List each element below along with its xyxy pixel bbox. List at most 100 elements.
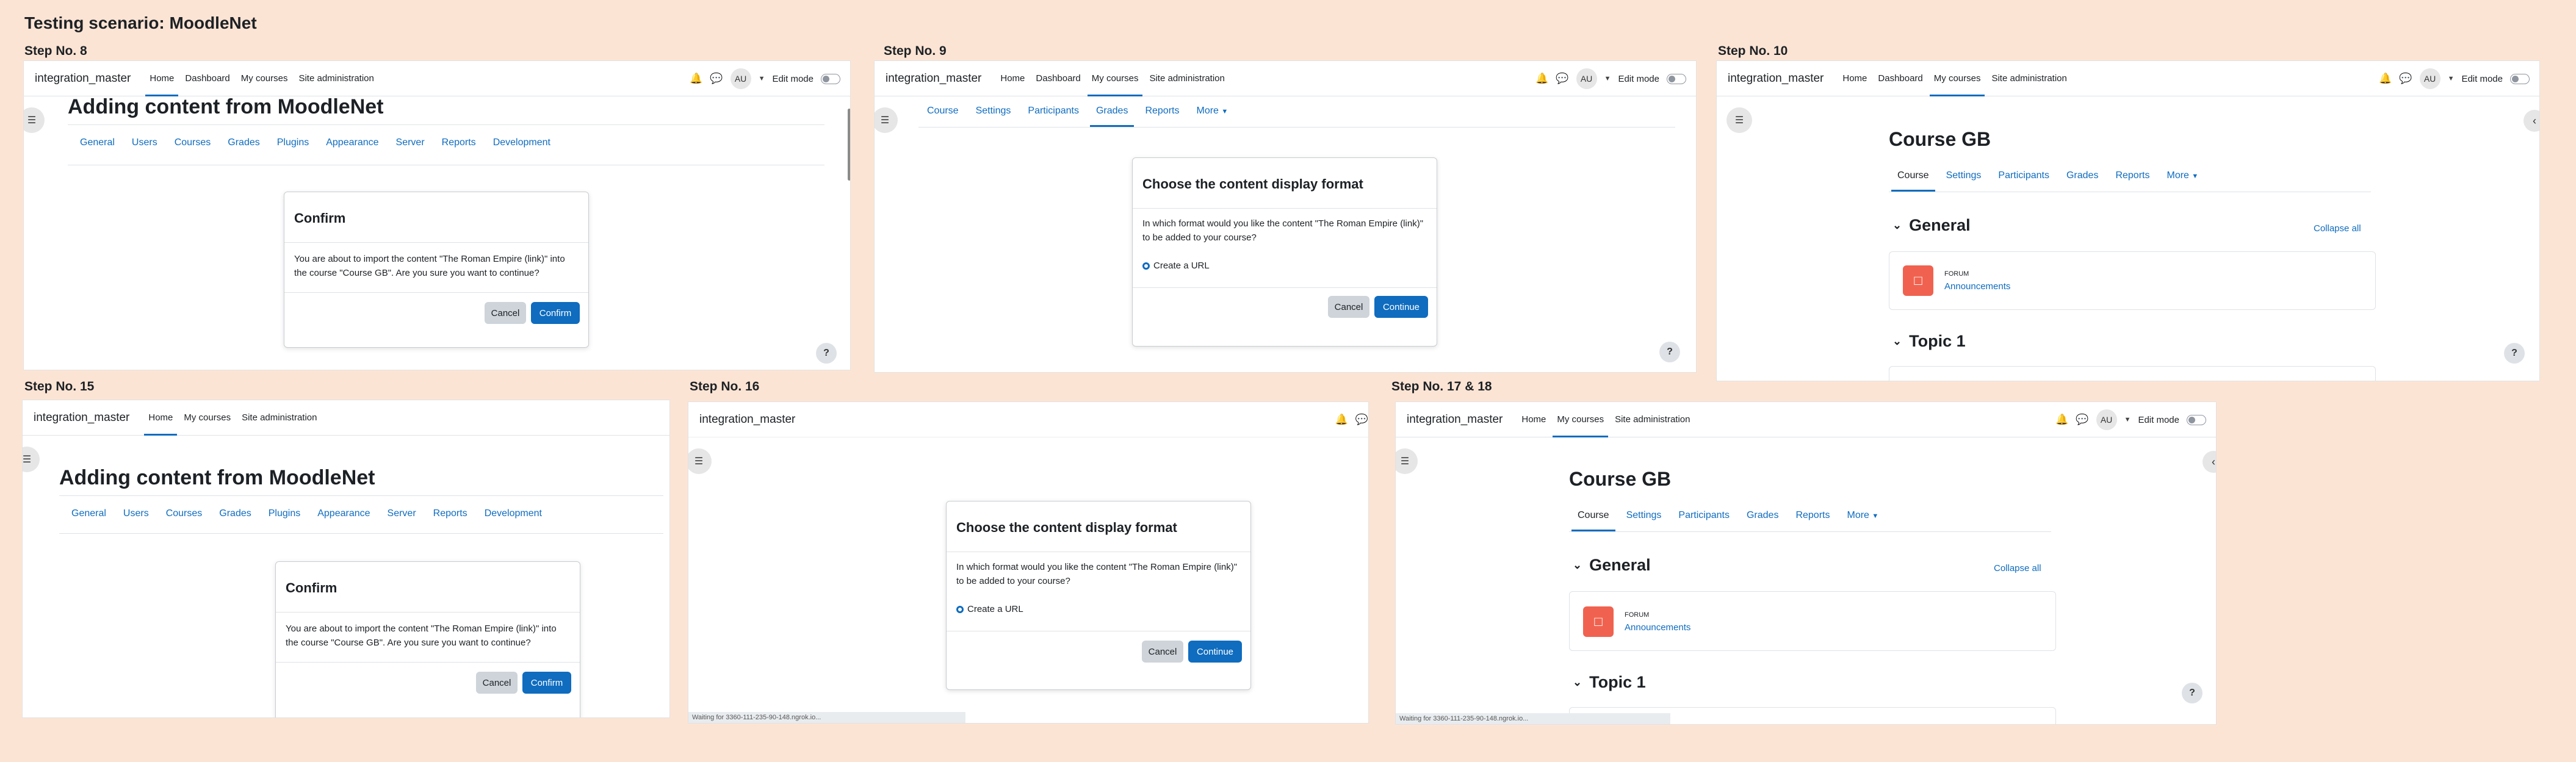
nav-my-courses[interactable]: My courses bbox=[1928, 61, 1986, 96]
avatar[interactable]: AU bbox=[2419, 68, 2441, 89]
tab-plugins[interactable]: Plugins bbox=[260, 498, 309, 530]
format-option[interactable]: Create a URL bbox=[1142, 261, 1210, 271]
bell-icon[interactable]: 🔔 bbox=[2055, 414, 2068, 426]
site-brand[interactable]: integration_master bbox=[34, 411, 129, 425]
cancel-button[interactable]: Cancel bbox=[1328, 296, 1369, 318]
tab-course[interactable]: Course bbox=[918, 95, 967, 127]
tab-grades[interactable]: Grades bbox=[211, 498, 259, 530]
tab-settings[interactable]: Settings bbox=[967, 95, 1020, 127]
avatar[interactable]: AU bbox=[1576, 68, 1597, 89]
tab-grades[interactable]: Grades bbox=[1088, 95, 1136, 127]
chat-icon[interactable]: 💬 bbox=[1355, 414, 1368, 426]
cancel-button[interactable]: Cancel bbox=[1142, 641, 1183, 663]
tab-courses[interactable]: Courses bbox=[157, 498, 211, 530]
block-drawer-toggle-button[interactable]: ‹ bbox=[2203, 451, 2216, 473]
tab-course[interactable]: Course bbox=[1889, 160, 1938, 192]
tab-plugins[interactable]: Plugins bbox=[269, 127, 317, 159]
nav-dashboard[interactable]: Dashboard bbox=[1872, 61, 1928, 96]
continue-button[interactable]: Continue bbox=[1188, 641, 1242, 663]
course-index-toggle-button[interactable]: ☰ bbox=[1726, 107, 1752, 133]
nav-site-administration[interactable]: Site administration bbox=[1144, 61, 1230, 96]
confirm-button[interactable]: Confirm bbox=[531, 302, 580, 324]
activity-link[interactable]: Announcements bbox=[1944, 281, 2010, 292]
chevron-down-icon[interactable]: ▼ bbox=[2124, 416, 2131, 423]
site-brand[interactable]: integration_master bbox=[699, 413, 795, 426]
course-index-toggle-button[interactable]: ☰ bbox=[688, 448, 712, 474]
activity-card[interactable] bbox=[1889, 366, 2376, 381]
site-brand[interactable]: integration_master bbox=[35, 72, 131, 85]
tab-settings[interactable]: Settings bbox=[1938, 160, 1990, 192]
tab-appearance[interactable]: Appearance bbox=[317, 127, 387, 159]
tab-server[interactable]: Server bbox=[379, 498, 425, 530]
tab-reports[interactable]: Reports bbox=[1136, 95, 1188, 127]
tab-grades[interactable]: Grades bbox=[2058, 160, 2107, 192]
tab-participants[interactable]: Participants bbox=[1670, 500, 1738, 531]
activity-link[interactable]: Announcements bbox=[1625, 622, 1690, 633]
help-button[interactable]: ? bbox=[1659, 342, 1680, 362]
bell-icon[interactable]: 🔔 bbox=[690, 73, 702, 85]
chat-icon[interactable]: 💬 bbox=[1556, 73, 1568, 85]
nav-home[interactable]: Home bbox=[143, 400, 178, 436]
collapse-all-link[interactable]: Collapse all bbox=[2314, 223, 2361, 234]
bell-icon[interactable]: 🔔 bbox=[1335, 414, 1348, 426]
edit-mode-toggle[interactable] bbox=[821, 73, 840, 84]
tab-development[interactable]: Development bbox=[485, 127, 559, 159]
course-index-toggle-button[interactable]: ☰ bbox=[1396, 448, 1418, 474]
block-drawer-toggle-button[interactable]: ‹ bbox=[2524, 110, 2539, 132]
tab-development[interactable]: Development bbox=[476, 498, 550, 530]
course-index-toggle-button[interactable]: ☰ bbox=[23, 447, 40, 472]
site-brand[interactable]: integration_master bbox=[886, 72, 981, 85]
chevron-down-icon[interactable]: ▼ bbox=[759, 75, 765, 82]
nav-dashboard[interactable]: Dashboard bbox=[179, 61, 235, 96]
nav-site-administration[interactable]: Site administration bbox=[293, 61, 379, 96]
tab-participants[interactable]: Participants bbox=[1990, 160, 2058, 192]
tab-settings[interactable]: Settings bbox=[1618, 500, 1670, 531]
tab-more[interactable]: More ▼ bbox=[2158, 160, 2207, 192]
section-general-heading[interactable]: ⌄ General bbox=[1892, 216, 1971, 235]
nav-site-administration[interactable]: Site administration bbox=[1986, 61, 2072, 96]
avatar[interactable]: AU bbox=[730, 68, 751, 89]
tab-grades[interactable]: Grades bbox=[1738, 500, 1787, 531]
nav-home[interactable]: Home bbox=[995, 61, 1030, 96]
edit-mode-toggle[interactable] bbox=[1667, 73, 1686, 84]
radio-selected[interactable] bbox=[956, 605, 964, 613]
section-topic1-heading[interactable]: ⌄ Topic 1 bbox=[1892, 332, 1966, 351]
avatar[interactable]: AU bbox=[2096, 409, 2117, 430]
edit-mode-toggle[interactable] bbox=[2187, 414, 2206, 425]
bell-icon[interactable]: 🔔 bbox=[1535, 73, 1548, 85]
tab-reports[interactable]: Reports bbox=[425, 498, 476, 530]
tab-server[interactable]: Server bbox=[388, 127, 433, 159]
help-button[interactable]: ? bbox=[2182, 683, 2203, 703]
nav-my-courses[interactable]: My courses bbox=[236, 61, 294, 96]
confirm-button[interactable]: Confirm bbox=[522, 672, 571, 694]
chevron-down-icon[interactable]: ▼ bbox=[2448, 75, 2455, 82]
section-topic1-heading[interactable]: ⌄ Topic 1 bbox=[1573, 673, 1646, 692]
tab-more[interactable]: More ▼ bbox=[1838, 500, 1887, 531]
chat-icon[interactable]: 💬 bbox=[2076, 414, 2088, 426]
bell-icon[interactable]: 🔔 bbox=[2379, 73, 2392, 85]
edit-mode-toggle[interactable] bbox=[2510, 73, 2530, 84]
tab-general[interactable]: General bbox=[63, 498, 115, 530]
cancel-button[interactable]: Cancel bbox=[485, 302, 526, 324]
tab-courses[interactable]: Courses bbox=[166, 127, 220, 159]
help-button[interactable]: ? bbox=[816, 343, 837, 364]
nav-home[interactable]: Home bbox=[1516, 402, 1551, 437]
tab-reports[interactable]: Reports bbox=[1787, 500, 1838, 531]
cancel-button[interactable]: Cancel bbox=[476, 672, 518, 694]
radio-selected[interactable] bbox=[1142, 262, 1150, 270]
tab-general[interactable]: General bbox=[71, 127, 123, 159]
site-brand[interactable]: integration_master bbox=[1728, 72, 1824, 85]
chat-icon[interactable]: 💬 bbox=[2399, 73, 2412, 85]
nav-my-courses[interactable]: My courses bbox=[1551, 402, 1609, 437]
chevron-down-icon[interactable]: ▼ bbox=[1604, 75, 1611, 82]
course-index-toggle-button[interactable]: ☰ bbox=[24, 107, 45, 133]
tab-appearance[interactable]: Appearance bbox=[309, 498, 378, 530]
chat-icon[interactable]: 💬 bbox=[710, 73, 723, 85]
nav-dashboard[interactable]: Dashboard bbox=[1030, 61, 1086, 96]
tab-reports[interactable]: Reports bbox=[433, 127, 485, 159]
continue-button[interactable]: Continue bbox=[1374, 296, 1428, 318]
section-general-heading[interactable]: ⌄ General bbox=[1573, 556, 1651, 575]
tab-reports[interactable]: Reports bbox=[2107, 160, 2158, 192]
nav-my-courses[interactable]: My courses bbox=[178, 400, 236, 436]
site-brand[interactable]: integration_master bbox=[1407, 413, 1503, 426]
